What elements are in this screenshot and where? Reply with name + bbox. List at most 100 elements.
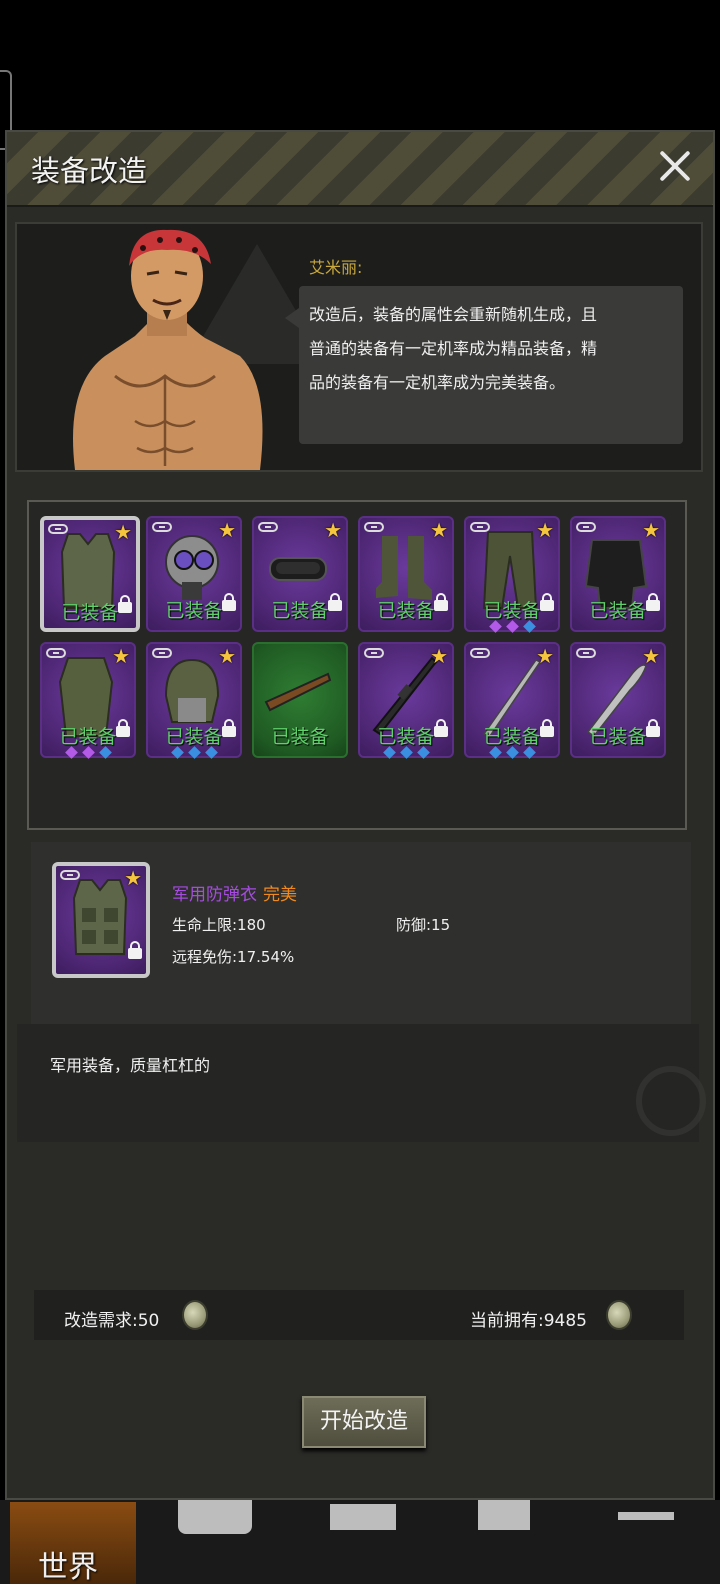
status-area (0, 0, 720, 130)
gem-purple-icon (81, 746, 95, 759)
dialog-header: 装备改造 (7, 132, 713, 207)
grid-icon[interactable] (478, 1500, 530, 1530)
detail-item-slot: ★ (52, 862, 150, 978)
item-quality: 完美 (263, 885, 297, 905)
inventory-slot-boots[interactable]: ★ 已装备 (358, 516, 454, 632)
lock-icon (434, 593, 448, 611)
close-icon[interactable] (655, 146, 695, 186)
lock-icon (118, 595, 132, 613)
gem-sockets (148, 746, 240, 759)
speech-line: 品的装备有一定机率成为完美装备。 (309, 373, 566, 392)
lock-icon (646, 593, 660, 611)
lock-icon (116, 719, 130, 737)
star-icon: ★ (430, 644, 448, 668)
bound-icon (152, 648, 172, 658)
lock-icon (540, 719, 554, 737)
equipped-label: 已装备 (271, 726, 329, 748)
star-icon: ★ (124, 866, 142, 890)
inventory-slot-shirt[interactable]: ★ 已装备 (570, 516, 666, 632)
star-icon: ★ (218, 644, 236, 668)
lock-icon (646, 719, 660, 737)
coin-icon (182, 1300, 208, 1330)
bound-icon (470, 522, 490, 532)
gem-blue-icon (98, 746, 112, 759)
lock-icon (328, 593, 342, 611)
gem-purple-icon (488, 620, 502, 633)
gem-blue-icon (187, 746, 201, 759)
gem-blue-icon (204, 746, 218, 759)
lock-icon (540, 593, 554, 611)
cost-required: 改造需求:50 (64, 1311, 160, 1331)
lock-icon (128, 941, 142, 959)
bound-icon (576, 648, 596, 658)
gem-blue-icon (416, 746, 430, 759)
npc-portrait (73, 229, 263, 470)
speech-line: 普通的装备有一定机率成为精品装备，精 (309, 339, 598, 358)
bound-icon (152, 522, 172, 532)
star-icon: ★ (112, 644, 130, 668)
npc-panel: 艾米丽: 改造后，装备的属性会重新随机生成，且 普通的装备有一定机率成为精品装备… (15, 222, 703, 472)
gem-purple-icon (505, 620, 519, 633)
star-icon: ★ (536, 518, 554, 542)
gem-sockets (466, 746, 558, 759)
inventory-slot-spear[interactable]: ★ 已装备 (464, 642, 560, 759)
gem-blue-icon (382, 746, 396, 759)
gem-purple-icon (64, 746, 78, 759)
gem-blue-icon (522, 620, 536, 633)
anvil-icon[interactable] (330, 1504, 396, 1530)
item-description-panel (17, 1024, 699, 1142)
stat-ranged-resist: 远程免伤:17.54% (172, 948, 295, 966)
inventory-slot-machete[interactable]: ★ 已装备 (570, 642, 666, 758)
gem-sockets (42, 746, 134, 759)
item-description: 军用装备，质量杠杠的 (50, 1056, 211, 1075)
star-icon: ★ (430, 518, 448, 542)
lock-icon (434, 719, 448, 737)
stat-defense: 防御:15 (396, 916, 451, 934)
inventory-slot-goggles[interactable]: ★ 已装备 (252, 516, 348, 632)
coin-icon (606, 1300, 632, 1330)
inventory-slot-helmet[interactable]: ★ 已装备 (146, 642, 242, 759)
bound-icon (46, 648, 66, 658)
speech-bubble: 改造后，装备的属性会重新随机生成，且 普通的装备有一定机率成为精品装备，精 品的… (285, 286, 683, 444)
gem-sockets (360, 746, 452, 759)
npc-name: 艾米丽: (309, 258, 363, 277)
gem-blue-icon (170, 746, 184, 759)
gem-blue-icon (505, 746, 519, 759)
bound-icon (364, 522, 384, 532)
dialog-title: 装备改造 (31, 154, 148, 188)
gem-sockets (466, 620, 558, 633)
item-name: 军用防弹衣 完美 (172, 880, 297, 905)
lock-icon (222, 593, 236, 611)
bound-icon (470, 648, 490, 658)
gem-blue-icon (399, 746, 413, 759)
inventory-slot-sniper-rifle[interactable]: ★ 已装备 (358, 642, 454, 759)
star-icon: ★ (642, 518, 660, 542)
inventory-slot-gas-mask[interactable]: ★ 已装备 (146, 516, 242, 632)
bound-icon (60, 870, 80, 880)
speech-line: 改造后，装备的属性会重新随机生成，且 (309, 305, 598, 324)
gem-blue-icon (522, 746, 536, 759)
nav-world-label: 世界 (38, 1550, 98, 1584)
start-modify-button[interactable]: 开始改造 (302, 1396, 426, 1448)
inventory-slot-vest[interactable]: ★ 已装备 (40, 516, 140, 632)
bound-icon (258, 522, 278, 532)
star-icon: ★ (218, 518, 236, 542)
inventory-slot-jacket[interactable]: ★ 已装备 (40, 642, 136, 759)
bound-icon (576, 522, 596, 532)
star-icon: ★ (324, 518, 342, 542)
bound-icon (48, 524, 68, 534)
star-icon: ★ (114, 520, 132, 544)
currency-owned: 当前拥有:9485 (470, 1311, 587, 1331)
emblem-icon (636, 1066, 706, 1136)
star-icon: ★ (536, 644, 554, 668)
lock-icon (222, 719, 236, 737)
stat-hp: 生命上限:180 (172, 916, 266, 934)
inventory-slot-crossbow[interactable]: 已装备 (252, 642, 348, 758)
bound-icon (364, 648, 384, 658)
cart-icon[interactable] (618, 1512, 674, 1520)
item-name-text: 军用防弹衣 (172, 885, 257, 905)
star-icon: ★ (642, 644, 660, 668)
inventory-slot-pants[interactable]: ★ 已装备 (464, 516, 560, 633)
backpack-icon[interactable] (178, 1500, 252, 1534)
gem-blue-icon (488, 746, 502, 759)
